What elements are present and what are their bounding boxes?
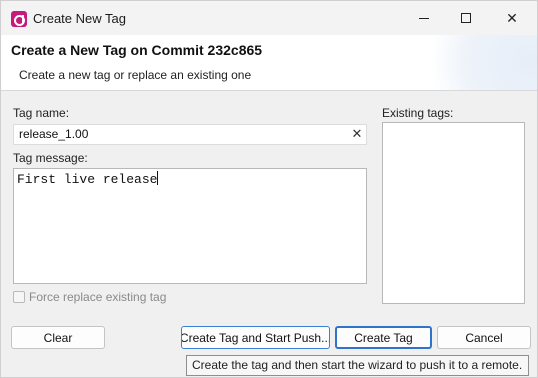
clear-button[interactable]: Clear (11, 326, 105, 349)
create-new-tag-dialog: Create New Tag ✕ Create a New Tag on Com… (0, 0, 538, 378)
close-button[interactable]: ✕ (489, 1, 535, 35)
tag-message-textarea[interactable]: First live release (13, 168, 367, 284)
minimize-button[interactable] (401, 1, 447, 35)
window-title: Create New Tag (33, 11, 126, 26)
push-button-tooltip: Create the tag and then start the wizard… (186, 355, 529, 376)
create-tag-and-push-button[interactable]: Create Tag and Start Push... (181, 326, 330, 349)
text-caret (157, 171, 159, 185)
title-bar[interactable]: Create New Tag ✕ (1, 1, 537, 35)
close-icon: ✕ (506, 9, 518, 26)
force-replace-row: Force replace existing tag (13, 290, 166, 304)
dialog-title: Create a New Tag on Commit 232c865 (11, 42, 263, 58)
tag-message-text: First live release (17, 172, 158, 187)
minimize-icon (419, 17, 429, 19)
cancel-button[interactable]: Cancel (437, 326, 531, 349)
existing-tags-label: Existing tags: (382, 106, 454, 120)
dialog-header: Create a New Tag on Commit 232c865 Creat… (1, 35, 537, 91)
maximize-icon (461, 13, 471, 23)
force-replace-label: Force replace existing tag (29, 290, 167, 304)
tag-message-label: Tag message: (13, 151, 88, 165)
existing-tags-list[interactable] (382, 122, 525, 304)
dialog-subtitle: Create a new tag or replace an existing … (19, 68, 252, 82)
create-tag-button[interactable]: Create Tag (335, 326, 432, 349)
header-decoration (417, 35, 537, 90)
clear-input-icon[interactable]: ✕ (350, 126, 364, 142)
tag-name-label: Tag name: (13, 106, 70, 120)
app-logo-icon (11, 11, 27, 27)
maximize-button[interactable] (443, 1, 489, 35)
tag-name-input[interactable]: release_1.00 (13, 124, 367, 145)
force-replace-checkbox[interactable] (13, 291, 25, 303)
